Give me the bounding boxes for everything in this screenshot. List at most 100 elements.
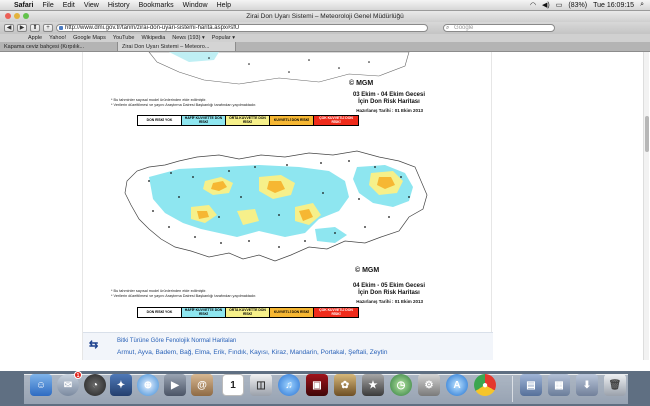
facetime-icon[interactable]: ▶ xyxy=(164,374,186,396)
chrome-icon[interactable]: ● xyxy=(474,374,496,396)
close-window-icon[interactable] xyxy=(5,13,11,19)
menu-help[interactable]: Help xyxy=(217,2,231,9)
clock[interactable]: Tue 16:09:15 xyxy=(593,2,634,9)
desktop: Safari File Edit View History Bookmarks … xyxy=(0,0,650,406)
map-2-date: Hazırlanış Tarihi : 01 Ekim 2013 xyxy=(356,299,423,304)
menu-window[interactable]: Window xyxy=(183,2,208,9)
applications-folder-icon[interactable]: ▤ xyxy=(520,374,542,396)
legend-1-moderate: ORTA KUVVETTE DON RİSKİ xyxy=(226,116,270,125)
frost-map-2: © MGM 04 Ekim - 05 Ekim Gecesi İçin Don … xyxy=(83,137,493,332)
preview-icon[interactable]: ◫ xyxy=(250,374,272,396)
bookmark-news[interactable]: News (193) ▾ xyxy=(172,35,204,41)
map-1-notes: * Bu tahminler sayısal model ürünlerinde… xyxy=(111,98,256,108)
search-field[interactable]: ⌕ Google xyxy=(443,24,556,32)
legend-1-light: HAFİF KUVVETTE DON RİSKİ xyxy=(182,116,226,125)
address-text: http://www.dmi.gov.tr/tarim/zirai-don-uy… xyxy=(65,25,240,31)
launchpad-icon[interactable]: ✦ xyxy=(110,374,132,396)
calendar-icon[interactable]: 1 xyxy=(222,374,244,396)
bookmark-yahoo[interactable]: Yahoo! xyxy=(49,35,66,41)
mail-icon[interactable]: ✉ 1 xyxy=(57,371,82,396)
scrollbar-thumb[interactable] xyxy=(645,116,649,152)
legend-1-none: DON RİSKİ YOK xyxy=(138,116,182,125)
photo-booth-icon[interactable]: ▣ xyxy=(306,374,328,396)
dock-separator xyxy=(512,376,513,402)
downloads-folder-icon[interactable]: ⬇ xyxy=(576,374,598,396)
legend-1-strong: KUVVETLİ DON RİSKİ xyxy=(270,116,314,125)
system-preferences-icon[interactable]: ⚙ xyxy=(418,374,440,396)
bookmark-popular[interactable]: Popular ▾ xyxy=(212,35,235,41)
spotlight-icon[interactable]: ⌕ xyxy=(640,1,644,9)
frost-map-2-image xyxy=(124,150,428,262)
documents-folder-icon[interactable]: ▦ xyxy=(548,374,570,396)
tab-frost-warning[interactable]: Zirai Don Uyarı Sistemi – Meteoro... xyxy=(118,42,236,51)
zoom-window-icon[interactable] xyxy=(23,13,29,19)
phenology-section: ⇆ Bitki Türüne Göre Fenolojik Normal Har… xyxy=(83,332,493,360)
tab-walnut-orchard[interactable]: Kapama ceviz bahçesi (Kırpılık... xyxy=(0,42,118,51)
menu-view[interactable]: View xyxy=(84,2,99,9)
menu-bar: Safari File Edit View History Bookmarks … xyxy=(0,0,650,11)
safari-icon[interactable]: ⊕ xyxy=(137,374,159,396)
phenology-crop-links[interactable]: Armut, Ayva, Badem, Bağ, Elma, Erik, Fın… xyxy=(117,349,387,356)
back-icon[interactable]: ◀ xyxy=(4,24,14,32)
map-2-notes: * Bu tahminler sayısal model ürünlerinde… xyxy=(111,289,256,299)
bookmark-youtube[interactable]: YouTube xyxy=(113,35,135,41)
iphoto-icon[interactable]: ✿ xyxy=(334,374,356,396)
battery-icon[interactable]: ▭ xyxy=(556,1,563,9)
trash-icon[interactable]: 🗑 xyxy=(604,374,626,396)
site-favicon-icon xyxy=(59,26,63,30)
tab-bar: Kapama ceviz bahçesi (Kırpılık... Zirai … xyxy=(0,42,650,52)
map-1-title-line2: İçin Don Risk Haritası xyxy=(358,99,420,105)
wifi-icon[interactable]: ◠ xyxy=(530,1,536,9)
bookmark-google-maps[interactable]: Google Maps xyxy=(73,35,106,41)
mgm-logo-1: © MGM xyxy=(349,80,374,87)
phenology-title[interactable]: Bitki Türüne Göre Fenolojik Normal Harit… xyxy=(117,338,237,344)
page-content: © MGM 03 Ekim - 04 Ekim Gecesi İçin Don … xyxy=(82,52,493,360)
note-line-2: * Verilerin düzeltilmesi ve yayını Araşt… xyxy=(111,103,257,107)
swap-arrows-icon: ⇆ xyxy=(89,339,99,351)
menu-bookmarks[interactable]: Bookmarks xyxy=(139,2,174,9)
mgm-logo-2: © MGM xyxy=(355,267,380,274)
time-machine-icon[interactable]: ◷ xyxy=(390,374,412,396)
frost-map-1-image xyxy=(148,52,410,85)
menu-history[interactable]: History xyxy=(108,2,130,9)
map-1-date: Hazırlanış Tarihi : 01 Ekim 2013 xyxy=(356,108,423,113)
app-store-icon[interactable]: A xyxy=(446,374,468,396)
menu-file[interactable]: File xyxy=(42,2,53,9)
share-icon[interactable]: ⬆ xyxy=(30,24,40,32)
bookmark-wikipedia[interactable]: Wikipedia xyxy=(141,35,165,41)
forward-icon[interactable]: ▶ xyxy=(17,24,27,32)
contacts-icon[interactable]: @ xyxy=(191,374,213,396)
mail-badge: 1 xyxy=(74,371,82,379)
itunes-icon[interactable]: ♫ xyxy=(278,374,300,396)
legend-2-very-strong: ÇOK KUVVETLİ DON RİSKİ xyxy=(314,308,358,317)
bookmarks-bar: Apple Yahoo! Google Maps YouTube Wikiped… xyxy=(0,34,650,42)
volume-icon[interactable]: ◀) xyxy=(542,1,550,9)
dashboard-icon[interactable]: ◔ xyxy=(84,374,106,396)
frost-map-1: © MGM 03 Ekim - 04 Ekim Gecesi İçin Don … xyxy=(83,52,493,137)
add-tab-icon[interactable]: + xyxy=(43,24,53,32)
menu-edit[interactable]: Edit xyxy=(63,2,75,9)
web-page: © MGM 03 Ekim - 04 Ekim Gecesi İçin Don … xyxy=(0,52,650,360)
vertical-scrollbar[interactable] xyxy=(643,52,649,360)
map-2-title-line2: İçin Don Risk Haritası xyxy=(358,290,420,296)
address-bar[interactable]: http://www.dmi.gov.tr/tarim/zirai-don-uy… xyxy=(56,24,428,32)
bookmark-apple[interactable]: Apple xyxy=(28,35,42,41)
imovie-icon[interactable]: ★ xyxy=(362,374,384,396)
note-2-line-2: * Verilerin düzeltilmesi ve yayını Araşt… xyxy=(111,294,257,298)
legend-2-none: DON RİSKİ YOK xyxy=(138,308,182,317)
search-icon: ⌕ xyxy=(446,25,450,31)
browser-toolbar: ◀ ▶ ⬆ + http://www.dmi.gov.tr/tarim/zira… xyxy=(0,22,650,34)
legend-1-very-strong: ÇOK KUVVETLİ DON RİSKİ xyxy=(314,116,358,125)
legend-2-light: HAFİF KUVVETTE DON RİSKİ xyxy=(182,308,226,317)
title-bar: Zirai Don Uyarı Sistemi – Meteoroloji Ge… xyxy=(0,11,650,22)
map-2-title-line1: 04 Ekim - 05 Ekim Gecesi xyxy=(352,283,425,289)
menu-app-name[interactable]: Safari xyxy=(14,2,33,9)
map-2-title: 04 Ekim - 05 Ekim Gecesi İçin Don Risk H… xyxy=(353,283,425,297)
legend-2-moderate: ORTA KUVVETTE DON RİSKİ xyxy=(226,308,270,317)
map-1-title: 03 Ekim - 04 Ekim Gecesi İçin Don Risk H… xyxy=(353,92,425,106)
minimize-window-icon[interactable] xyxy=(14,13,20,19)
finder-icon[interactable]: ☺ xyxy=(30,374,52,396)
search-placeholder: Google xyxy=(454,25,474,31)
battery-percent: (83%) xyxy=(568,1,588,9)
legend-2: DON RİSKİ YOK HAFİF KUVVETTE DON RİSKİ O… xyxy=(137,307,359,318)
